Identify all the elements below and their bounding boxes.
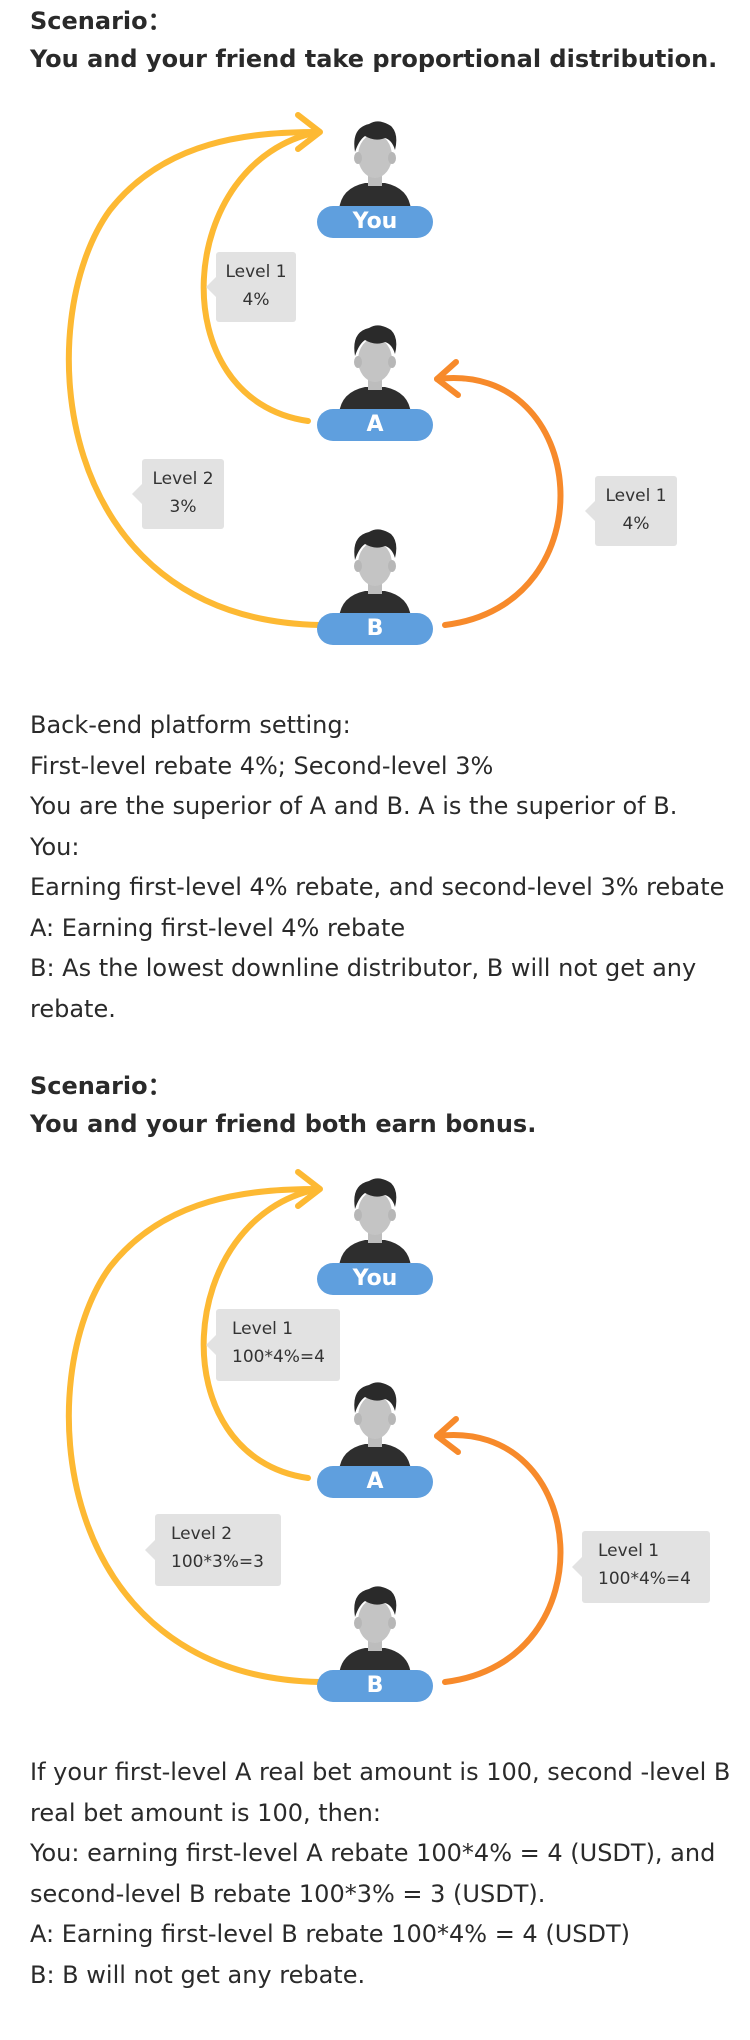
text-line: real bet amount is 100, then: xyxy=(30,1798,381,1827)
level1-tag-you: Level 1 100*4%=4 xyxy=(206,1309,340,1381)
text-line: If your first-level A real bet amount is… xyxy=(30,1758,731,1786)
a-label-pill: A xyxy=(317,409,433,441)
text-line: B: As the lowest downline distributor, B… xyxy=(30,954,697,982)
scenario-heading-2: Scenario： You and your friend both earn … xyxy=(30,1067,730,1143)
tag-level: Level 1 xyxy=(232,1319,294,1339)
scenario-label: Scenario： xyxy=(30,1072,172,1100)
distribution-diagram-2: You A B Level 1 100*4%=4 Level 2 100*3%=… xyxy=(0,1157,750,1717)
text-line: A: Earning first-level 4% rebate xyxy=(30,913,406,942)
scenario-label: Scenario： xyxy=(30,7,172,35)
scenario-heading-1: Scenario： You and your friend take propo… xyxy=(30,2,730,78)
you-label-pill: You xyxy=(317,1263,433,1295)
tag-rate: 100*4%=4 xyxy=(232,1347,325,1367)
tag-rate: 4% xyxy=(242,290,270,310)
text-line: Earning first-level 4% rebate, and secon… xyxy=(30,873,725,901)
level2-tag: Level 2 3% xyxy=(132,459,224,529)
text-line: You are the superior of A and B. A is th… xyxy=(30,792,678,820)
scenario-title: You and your friend both earn bonus. xyxy=(30,1110,537,1138)
b-label-pill: B xyxy=(317,613,433,645)
tag-rate: 100*3%=3 xyxy=(171,1552,264,1572)
tag-level: Level 1 xyxy=(605,486,667,506)
text-line: rebate. xyxy=(30,994,116,1023)
explanation-1: Back-end platform setting: First-level r… xyxy=(30,705,730,1029)
level2-tag: Level 2 100*3%=3 xyxy=(145,1514,281,1586)
tag-level: Level 1 xyxy=(225,262,287,282)
text-line: Back-end platform setting: xyxy=(30,711,351,739)
b-label-pill: B xyxy=(317,1670,433,1702)
scenario-title: You and your friend take proportional di… xyxy=(30,45,718,73)
text-line: You: earning first-level A rebate 100*4%… xyxy=(30,1839,716,1867)
tag-level: Level 1 xyxy=(598,1541,660,1561)
text-line: second-level B rebate 100*3% = 3 (USDT). xyxy=(30,1879,546,1908)
text-line: B: B will not get any rebate. xyxy=(30,1960,366,1989)
you-label-pill: You xyxy=(317,206,433,238)
tag-rate: 100*4%=4 xyxy=(598,1569,691,1589)
tag-rate: 3% xyxy=(169,497,197,517)
a-label-pill: A xyxy=(317,1466,433,1498)
level1-tag-a: Level 1 4% xyxy=(585,476,677,546)
tag-rate: 4% xyxy=(622,514,650,534)
diagram-arrows xyxy=(65,112,564,628)
tag-level: Level 2 xyxy=(171,1524,233,1544)
text-line: First-level rebate 4%; Second-level 3% xyxy=(30,751,494,780)
diagram-arrows xyxy=(65,1169,564,1685)
text-line: A: Earning first-level B rebate 100*4% =… xyxy=(30,1920,630,1948)
level1-tag-a: Level 1 100*4%=4 xyxy=(572,1531,710,1603)
tag-level: Level 2 xyxy=(152,469,214,489)
text-line: You: xyxy=(30,832,80,861)
distribution-diagram-1: You A B Level 1 4% Level 2 3% Level 1 4% xyxy=(0,100,750,660)
explanation-2: If your first-level A real bet amount is… xyxy=(30,1752,730,1995)
level1-tag-you: Level 1 4% xyxy=(206,252,296,322)
